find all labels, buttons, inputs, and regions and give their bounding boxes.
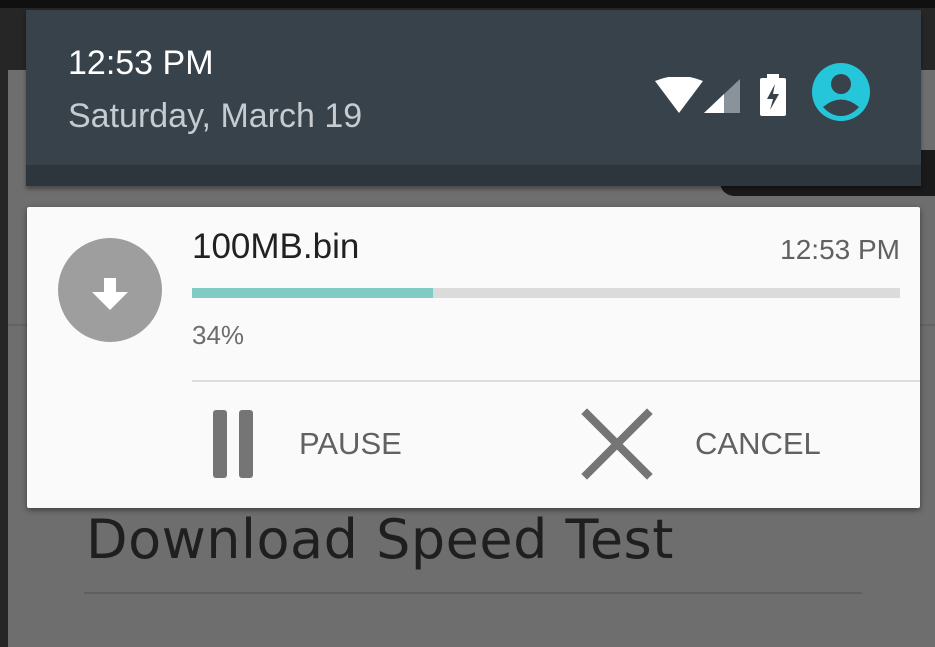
status-icons: [654, 62, 874, 122]
background-app-title: Download Speed Test: [86, 508, 674, 571]
download-notification[interactable]: 100MB.bin 12:53 PM 34% PAUSE CANCEL: [27, 207, 920, 508]
notification-shade-header: 12:53 PM Saturday, March 19: [26, 10, 921, 186]
cancel-button-label: CANCEL: [695, 426, 821, 461]
clock-date[interactable]: Saturday, March 19: [68, 97, 362, 136]
cancel-button[interactable]: CANCEL: [577, 397, 877, 491]
pause-icon: [213, 410, 253, 478]
clock-time: 12:53 PM: [68, 44, 214, 82]
download-icon: [92, 278, 128, 310]
user-avatar-icon[interactable]: [811, 62, 871, 122]
download-progress-fill: [192, 288, 433, 298]
pause-button-label: PAUSE: [299, 426, 402, 461]
notification-time: 12:53 PM: [780, 234, 900, 265]
download-icon-badge: [58, 238, 162, 342]
notification-actions-divider: [192, 380, 920, 382]
screen-top-edge: [0, 0, 935, 8]
download-progress-label: 34%: [192, 320, 245, 350]
pause-button[interactable]: PAUSE: [207, 397, 467, 491]
download-progress-bar: [192, 288, 900, 298]
close-icon: [581, 408, 653, 480]
background-title-underline: [84, 592, 862, 594]
wifi-icon: [655, 77, 703, 113]
cellular-signal-icon: [704, 79, 740, 113]
shade-header-band: [26, 165, 921, 186]
download-file-name: 100MB.bin: [192, 227, 360, 266]
battery-charging-icon: [760, 74, 786, 116]
